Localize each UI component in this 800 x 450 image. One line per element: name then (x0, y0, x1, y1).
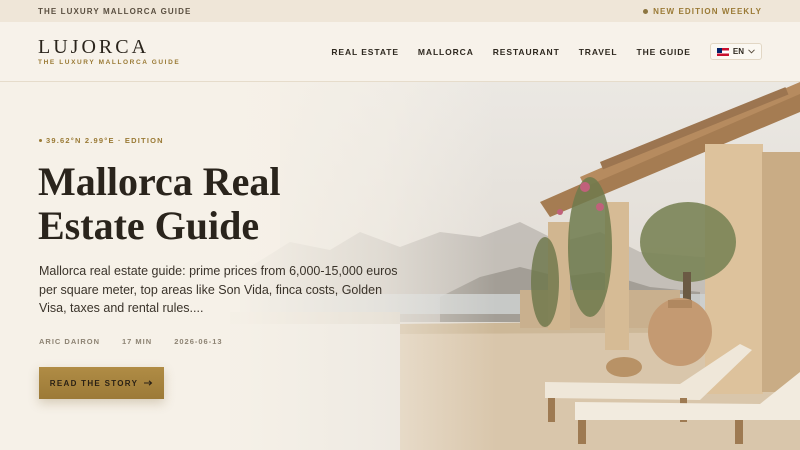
language-label: EN (732, 47, 744, 56)
hero-description: Mallorca real estate guide: prime prices… (39, 264, 398, 315)
chevron-down-icon (748, 49, 755, 54)
read-story-label: READ THE STORY (49, 378, 139, 388)
nav-item-travel[interactable]: TRAVEL (579, 47, 618, 57)
author-name[interactable]: ARIC DAIRON (39, 337, 100, 346)
uk-flag-icon (716, 47, 729, 56)
read-time: 17 MIN (122, 337, 153, 346)
read-story-button[interactable]: READ THE STORY (39, 367, 164, 399)
nav-item-the-guide[interactable]: THE GUIDE (636, 47, 690, 57)
logo-tagline: THE LUXURY MALLORCA GUIDE (38, 59, 181, 66)
publish-date: 2026-06-13 (174, 337, 223, 346)
title-line-2: Estate Guide (38, 203, 260, 248)
dot-icon (39, 139, 42, 142)
edition-text: 39.62°N 2.99°E · EDITION (46, 136, 164, 145)
announcement-left-text: THE LUXURY MALLORCA GUIDE (38, 6, 192, 16)
main-nav: REAL ESTATE MALLORCA RESTAURANT TRAVEL T… (331, 43, 762, 60)
announcement-bar: THE LUXURY MALLORCA GUIDE NEW EDITION WE… (0, 0, 800, 22)
page-title: Mallorca Real Estate Guide (38, 160, 338, 248)
announcement-right: NEW EDITION WEEKLY (643, 7, 762, 16)
logo[interactable]: LUJORCA THE LUXURY MALLORCA GUIDE (38, 37, 180, 66)
nav-item-real-estate[interactable]: REAL ESTATE (331, 47, 399, 57)
announcement-right-text: NEW EDITION WEEKLY (653, 6, 762, 16)
logo-name: LUJORCA (38, 36, 150, 58)
nav-item-restaurant[interactable]: RESTAURANT (493, 47, 560, 57)
site-header: LUJORCA THE LUXURY MALLORCA GUIDE REAL E… (0, 22, 800, 82)
nav-item-mallorca[interactable]: MALLORCA (418, 47, 474, 57)
article-meta: ARIC DAIRON 17 MIN 2026-06-13 (39, 337, 223, 346)
edition-coordinates: 39.62°N 2.99°E · EDITION (39, 136, 164, 145)
arrow-right-icon (144, 380, 153, 386)
title-line-1: Mallorca Real (38, 159, 281, 204)
dot-icon (643, 8, 649, 14)
language-selector[interactable]: EN (709, 43, 762, 60)
